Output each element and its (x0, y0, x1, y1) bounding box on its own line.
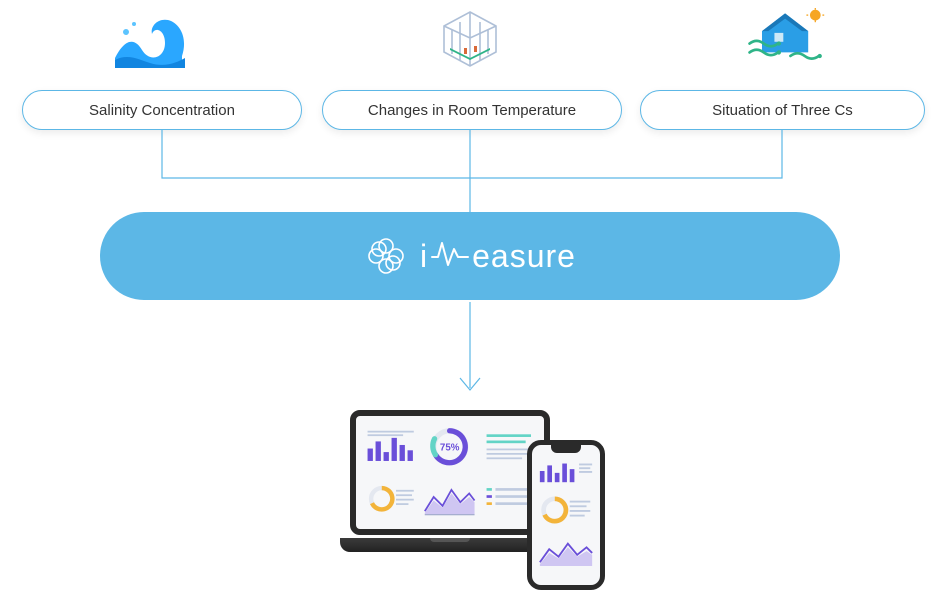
platform-pill: i easure (100, 212, 840, 300)
brand-text-suffix: easure (472, 238, 576, 275)
donut-chart-icon: 75% (423, 424, 476, 470)
brand-knot-icon (364, 234, 408, 278)
greenhouse-icon (430, 8, 510, 72)
source-threecs-label: Situation of Three Cs (712, 102, 853, 119)
phone-icon (527, 440, 605, 590)
source-salinity-label: Salinity Concentration (89, 102, 235, 119)
bar-chart-icon (364, 424, 417, 470)
source-salinity-pill: Salinity Concentration (22, 90, 302, 130)
source-temperature-label: Changes in Room Temperature (368, 102, 576, 119)
phone-donut-icon (538, 490, 594, 530)
dashboard-devices: 75% (340, 410, 600, 590)
donut-small-icon (364, 476, 417, 522)
source-threecs-pill: Situation of Three Cs (640, 90, 925, 130)
phone-bar-chart-icon (538, 457, 594, 485)
area-chart-icon (423, 476, 476, 522)
svg-text:75%: 75% (440, 442, 460, 453)
phone-area-chart-icon (538, 535, 594, 569)
wave-icon (110, 8, 190, 72)
ventilation-house-icon (746, 8, 826, 72)
brand-logo: i easure (364, 234, 576, 278)
brand-text-prefix: i (420, 238, 428, 275)
brand-pulse-icon (430, 237, 470, 275)
source-temperature-pill: Changes in Room Temperature (322, 90, 622, 130)
